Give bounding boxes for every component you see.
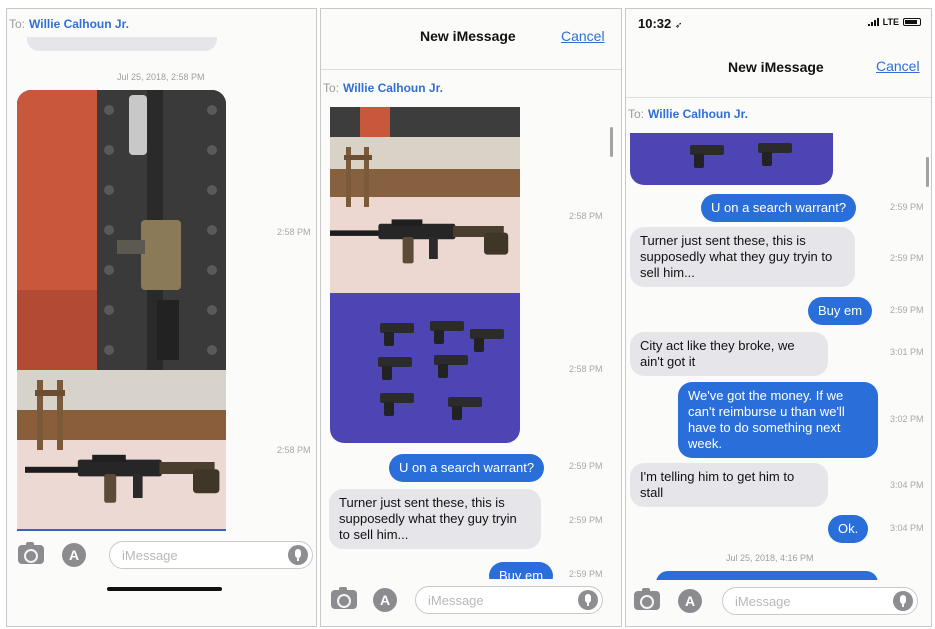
message-timestamp: 3:04 PM: [890, 480, 924, 490]
compose-bar: A: [626, 580, 931, 620]
clock: 10:32: [638, 16, 672, 31]
camera-icon[interactable]: [18, 542, 44, 564]
selection-underline: [17, 529, 226, 531]
recipient-name[interactable]: Willie Calhoun Jr.: [343, 81, 443, 95]
date-separator: Jul 25, 2018, 4:16 PM: [726, 553, 814, 563]
mic-icon[interactable]: [893, 591, 913, 611]
handguns-photo[interactable]: [630, 133, 833, 185]
to-label: To:: [9, 17, 26, 31]
camera-icon[interactable]: [634, 588, 660, 610]
rifle-on-bed-photo[interactable]: [17, 370, 226, 530]
message-bubble-outgoing[interactable]: U on a search warrant?: [701, 194, 857, 222]
message-input[interactable]: [109, 541, 313, 569]
compose-bar: A: [321, 579, 621, 619]
message-bubble-incoming[interactable]: City act like they broke, we ain't got i…: [630, 332, 828, 376]
header-title: New iMessage: [728, 59, 824, 75]
status-bar-time: 10:32 ➶: [638, 16, 682, 31]
to-label: To:: [323, 81, 340, 95]
app-store-icon[interactable]: A: [678, 589, 702, 613]
compose-bar: A: [7, 535, 316, 575]
status-bar-indicators: LTE: [867, 17, 921, 27]
to-line: To: Willie Calhoun Jr.: [323, 81, 443, 95]
mic-icon[interactable]: [578, 590, 598, 610]
app-store-icon[interactable]: A: [373, 588, 397, 612]
to-line: To: Willie Calhoun Jr.: [628, 107, 748, 121]
to-label: To:: [628, 107, 645, 121]
screenshot-panel-1: To: Willie Calhoun Jr. Jul 25, 2018, 2:58…: [6, 8, 317, 627]
header-title: New iMessage: [420, 28, 516, 44]
message-timestamp: 3:04 PM: [890, 523, 924, 533]
screenshot-panel-2: New iMessage Cancel To: Willie Calhoun Jr…: [320, 8, 622, 627]
photo-timestamp: 2:58 PM: [569, 364, 603, 374]
photo-timestamp: 2:58 PM: [277, 227, 311, 237]
cancel-button[interactable]: Cancel: [876, 58, 920, 74]
date-separator: Jul 25, 2018, 2:58 PM: [117, 72, 205, 82]
location-arrow-icon: ➶: [674, 20, 683, 30]
message-text-field[interactable]: [416, 587, 602, 613]
scroll-indicator[interactable]: [926, 157, 929, 187]
recipient-name[interactable]: Willie Calhoun Jr.: [29, 17, 129, 31]
message-bubble-outgoing[interactable]: U on a search warrant?: [389, 454, 545, 482]
message-timestamp: 2:59 PM: [569, 515, 603, 525]
message-timestamp: 2:59 PM: [890, 305, 924, 315]
message-timestamp: 2:59 PM: [890, 202, 924, 212]
mic-icon[interactable]: [288, 545, 308, 565]
message-bubble-outgoing[interactable]: We've got the money. If we can't reimbur…: [678, 382, 878, 458]
scroll-indicator[interactable]: [610, 127, 613, 157]
message-timestamp: 2:59 PM: [569, 569, 603, 579]
screenshot-panel-3: 10:32 ➶ LTE New iMessage Cancel To: Willi…: [625, 8, 932, 627]
message-text-field[interactable]: [723, 588, 917, 614]
photo-timestamp: 2:58 PM: [569, 211, 603, 221]
message-input[interactable]: [722, 587, 918, 615]
camera-icon[interactable]: [331, 587, 357, 609]
handguns-photo[interactable]: [330, 293, 520, 443]
header-divider: [321, 69, 621, 70]
message-bubble-incoming[interactable]: Turner just sent these, this is supposed…: [630, 227, 855, 287]
message-timestamp: 3:02 PM: [890, 414, 924, 424]
message-bubble-incoming[interactable]: Turner just sent these, this is supposed…: [329, 489, 541, 549]
network-type: LTE: [882, 17, 899, 27]
message-timestamp: 2:59 PM: [890, 253, 924, 263]
message-timestamp: 2:59 PM: [569, 461, 603, 471]
header-divider: [626, 97, 931, 98]
recipient-name[interactable]: Willie Calhoun Jr.: [648, 107, 748, 121]
signal-icon: [867, 18, 879, 26]
to-line: To: Willie Calhoun Jr.: [9, 17, 129, 31]
message-timestamp: 3:01 PM: [890, 347, 924, 357]
photo-timestamp: 2:58 PM: [277, 445, 311, 455]
rifle-in-case-photo[interactable]: [17, 90, 226, 370]
battery-icon: [903, 18, 921, 26]
message-input[interactable]: [415, 586, 603, 614]
home-indicator[interactable]: [107, 587, 222, 591]
previous-message-bubble: [27, 37, 217, 51]
message-bubble-outgoing[interactable]: Ok.: [828, 515, 869, 543]
message-bubble-outgoing[interactable]: Buy em: [808, 297, 873, 325]
message-text-field[interactable]: [110, 542, 312, 568]
app-store-icon[interactable]: A: [62, 543, 86, 567]
rifle-on-bed-photo[interactable]: [330, 107, 520, 293]
message-bubble-incoming[interactable]: I'm telling him to get him to stall: [630, 463, 828, 507]
cancel-button[interactable]: Cancel: [561, 28, 605, 44]
